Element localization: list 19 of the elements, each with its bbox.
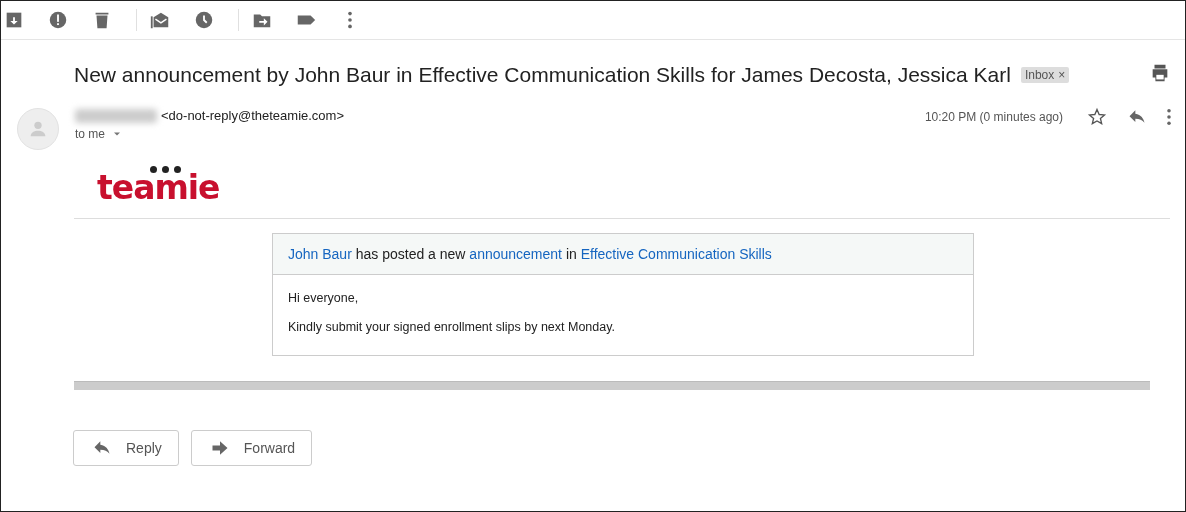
- timestamp: 10:20 PM (0 minutes ago): [924, 110, 1063, 124]
- recipient-text: to me: [75, 127, 105, 141]
- reply-button[interactable]: Reply: [73, 430, 179, 466]
- exclamation-icon[interactable]: [47, 9, 69, 31]
- remove-label-button[interactable]: ×: [1058, 68, 1066, 82]
- forward-button[interactable]: Forward: [190, 430, 313, 466]
- link[interactable]: announcement: [469, 246, 562, 262]
- more-icon[interactable]: [1167, 109, 1171, 125]
- message-paragraph: Kindly submit your signed enrollment slips by next Monday.: [288, 320, 616, 334]
- announcement-summary: John Baur has posted a new announcement in Effective Communication Skills: [273, 234, 973, 275]
- sender-email: <do-not-reply@theteamie.com>: [161, 108, 344, 123]
- teamie-logo: teamie: [97, 166, 220, 206]
- link[interactable]: John Baur: [288, 246, 352, 262]
- message-paragraph: Hi everyone,: [288, 291, 360, 305]
- email-subject: New announcement by John Baur in Effective Communication Skills for James Decosta, Jessica Karl: [74, 63, 1011, 87]
- clock-icon[interactable]: [193, 9, 215, 31]
- inbox-label-chip[interactable]: Inbox ×: [1020, 67, 1070, 83]
- link[interactable]: Effective Communication Skills: [580, 246, 772, 262]
- star-icon: [1087, 107, 1107, 127]
